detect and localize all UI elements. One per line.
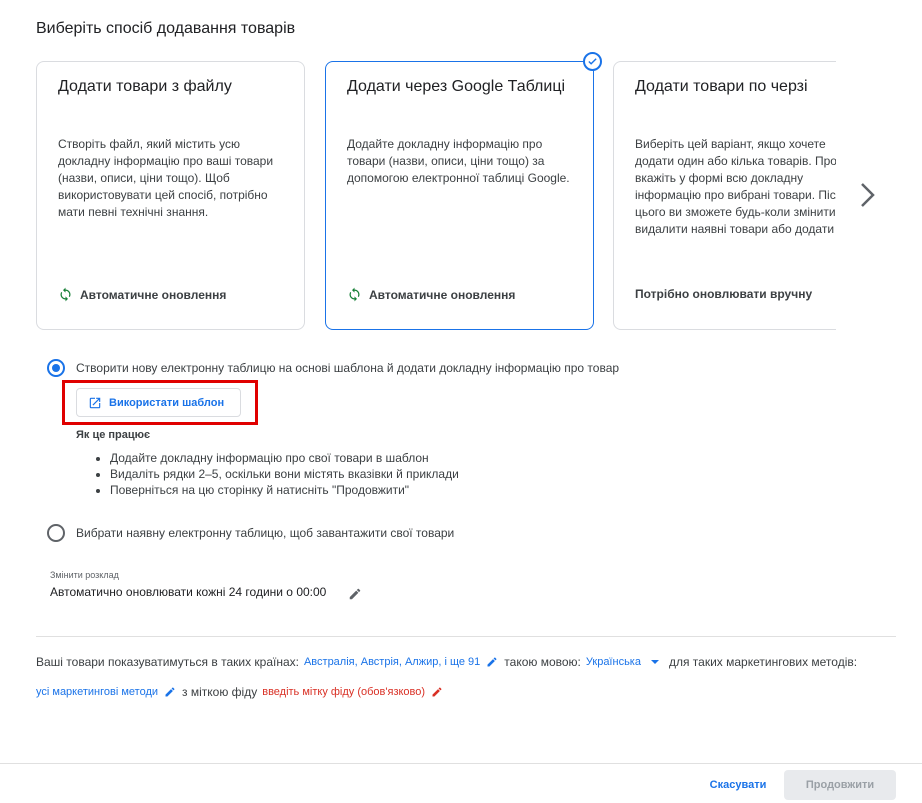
- sync-icon: [60, 287, 71, 302]
- continue-button[interactable]: Продовжити: [784, 770, 896, 800]
- use-template-button[interactable]: Використати шаблон: [76, 388, 241, 417]
- list-item: Видаліть рядки 2–5, оскільки вони містят…: [110, 466, 459, 482]
- radio-existing-spreadsheet-label: Вибрати наявну електронну таблицю, щоб з…: [76, 526, 455, 540]
- edit-schedule-pencil-icon[interactable]: [348, 585, 362, 603]
- use-template-label: Використати шаблон: [109, 396, 225, 409]
- language-prefix: такою мовою:: [504, 655, 581, 669]
- card-description: Створіть файл, який містить усю докладну…: [58, 137, 274, 219]
- radio-new-spreadsheet[interactable]: [47, 359, 65, 377]
- schedule-label: Змінити розклад: [50, 570, 119, 580]
- methods-link[interactable]: усі маркетингові методи: [36, 686, 158, 698]
- countries-prefix: Ваші товари показуватимуться в таких кра…: [36, 655, 299, 669]
- footer-divider: [0, 763, 922, 764]
- card-footer-label: Потрібно оновлювати вручну: [635, 287, 813, 301]
- card-description: Додайте докладну інформацію про товари (…: [347, 137, 570, 185]
- page-heading: Виберіть спосіб додавання товарів: [36, 20, 296, 37]
- card-upload-file[interactable]: Додати товари з файлу Створіть файл, яки…: [36, 61, 305, 330]
- card-title: Додати товари з файлу: [58, 78, 232, 95]
- radio-new-spreadsheet-label: Створити нову електронну таблицю на осно…: [76, 361, 620, 375]
- card-add-one-by-one[interactable]: Додати товари по черзі Виберіть цей варі…: [613, 61, 836, 330]
- method-cards-carousel: Додати товари з файлу Створіть файл, яки…: [36, 61, 836, 331]
- card-footer: Автоматичне оновлення: [347, 287, 515, 302]
- list-item: Поверніться на цю сторінку й натисніть "…: [110, 482, 459, 498]
- how-it-works-title: Як це працює: [76, 429, 151, 441]
- card-footer-label: Автоматичне оновлення: [369, 287, 516, 302]
- schedule-value: Автоматично оновлювати кожні 24 години о…: [50, 585, 327, 599]
- selected-check-icon: [583, 52, 602, 71]
- dropdown-caret-icon[interactable]: [650, 660, 659, 664]
- radio-existing-spreadsheet[interactable]: [47, 524, 65, 542]
- card-footer: Автоматичне оновлення: [58, 287, 226, 302]
- divider: [36, 636, 896, 637]
- sync-icon: [349, 287, 360, 302]
- card-google-sheets[interactable]: Додати через Google Таблиці Додайте докл…: [325, 61, 594, 330]
- edit-feed-label-pencil-icon[interactable]: [431, 686, 443, 698]
- open-in-new-icon: [89, 397, 101, 408]
- card-title: Додати товари по черзі: [635, 78, 808, 95]
- edit-countries-pencil-icon[interactable]: [486, 656, 498, 668]
- card-title: Додати через Google Таблиці: [347, 78, 566, 95]
- countries-link[interactable]: Австралія, Австрія, Алжир, і ще 91: [304, 656, 480, 668]
- list-item: Додайте докладну інформацію про свої тов…: [110, 450, 459, 466]
- card-footer: Потрібно оновлювати вручну: [635, 287, 812, 301]
- targeting-line-2: усі маркетингові методи з міткою фіду вв…: [36, 685, 449, 699]
- card-description: Виберіть цей варіант, якщо хочете додати…: [635, 137, 836, 236]
- feed-label-link[interactable]: введіть мітку фіду (обов'язково): [262, 686, 425, 698]
- methods-prefix: для таких маркетингових методів:: [668, 655, 858, 669]
- cancel-button[interactable]: Скасувати: [698, 771, 778, 799]
- edit-methods-pencil-icon[interactable]: [164, 686, 176, 698]
- card-footer-label: Автоматичне оновлення: [80, 287, 227, 302]
- feed-label-prefix: з міткою фіду: [182, 685, 258, 699]
- targeting-line-1: Ваші товари показуватимуться в таких кра…: [36, 655, 857, 669]
- language-dropdown[interactable]: Українська: [586, 656, 641, 668]
- next-chevron-icon[interactable]: [855, 180, 879, 210]
- how-it-works-list: Додайте докладну інформацію про свої тов…: [110, 450, 459, 498]
